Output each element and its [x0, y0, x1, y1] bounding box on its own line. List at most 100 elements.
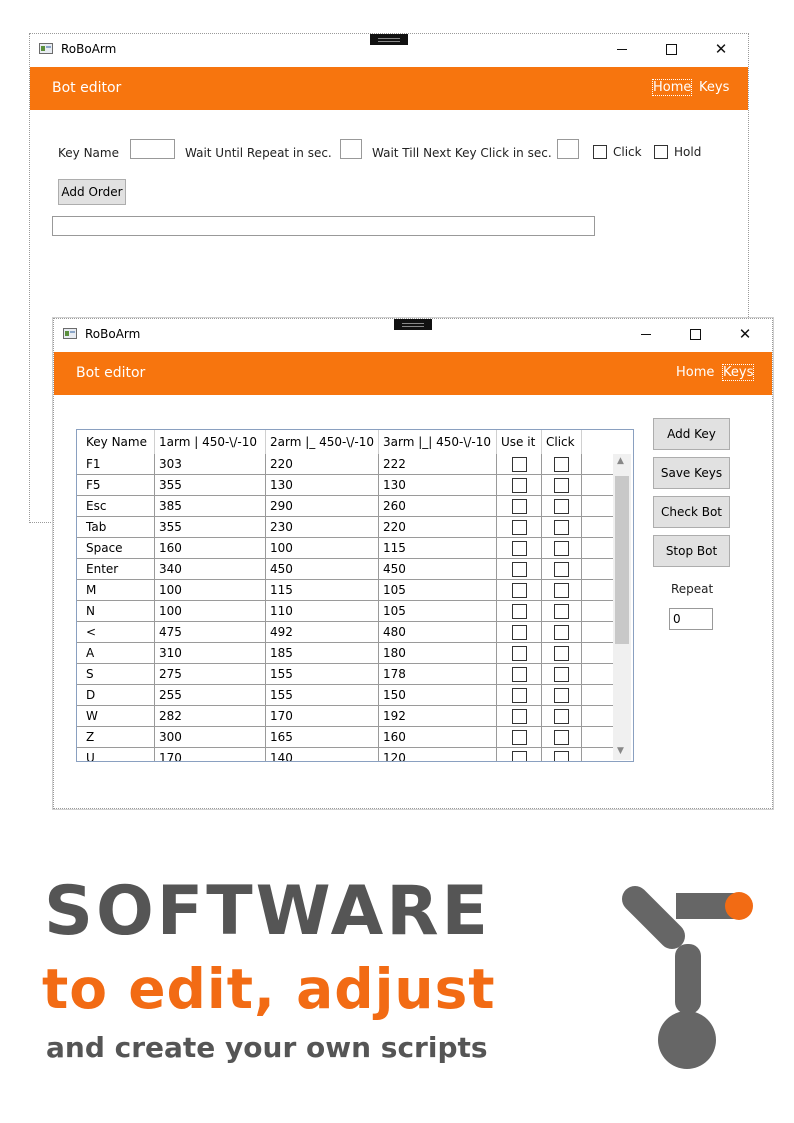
wait-repeat-input[interactable]	[340, 139, 362, 159]
table-cell[interactable]: 155	[265, 684, 379, 706]
table-cell[interactable]: 170	[265, 705, 379, 727]
table-row[interactable]: N 100 110 105	[77, 600, 630, 622]
table-cell[interactable]: Space	[77, 537, 155, 559]
drag-grip-icon[interactable]	[370, 34, 408, 45]
add-key-button[interactable]: Add Key	[653, 418, 730, 450]
table-cell[interactable]: 355	[154, 516, 266, 538]
column-header[interactable]: 1arm | 450-\/-10	[154, 430, 266, 454]
table-cell[interactable]: 100	[154, 579, 266, 601]
table-cell[interactable]: 180	[378, 642, 497, 664]
table-cell[interactable]: 105	[378, 600, 497, 622]
table-cell[interactable]: 310	[154, 642, 266, 664]
use-it-checkbox[interactable]	[511, 540, 527, 556]
save-keys-button[interactable]: Save Keys	[653, 457, 730, 489]
column-header[interactable]: Use it	[496, 430, 542, 454]
scroll-up-icon[interactable]: ▲	[617, 456, 624, 466]
click-checkbox[interactable]	[554, 456, 569, 472]
table-cell[interactable]: 222	[378, 454, 497, 475]
table-cell[interactable]: 170	[154, 747, 266, 761]
table-row[interactable]: Tab 355 230 220	[77, 516, 630, 538]
nav-keys[interactable]: Keys	[721, 364, 755, 381]
table-cell[interactable]: 220	[378, 516, 497, 538]
table-cell[interactable]: Tab	[77, 516, 155, 538]
table-row[interactable]: S 275 155 178	[77, 663, 630, 685]
use-it-checkbox[interactable]	[511, 624, 527, 640]
use-it-checkbox[interactable]	[511, 519, 527, 535]
table-row[interactable]: F5 355 130 130	[77, 474, 630, 496]
column-header[interactable]: 3arm |_| 450-\/-10	[378, 430, 497, 454]
click-checkbox[interactable]	[554, 540, 569, 556]
click-checkbox[interactable]	[554, 561, 569, 577]
scroll-thumb[interactable]	[615, 476, 629, 644]
use-it-checkbox[interactable]	[511, 729, 527, 745]
table-cell[interactable]: 300	[154, 726, 266, 748]
click-checkbox[interactable]	[554, 645, 569, 661]
table-cell[interactable]: 282	[154, 705, 266, 727]
table-cell[interactable]: 230	[265, 516, 379, 538]
table-cell[interactable]: 492	[265, 621, 379, 643]
table-row[interactable]: Esc 385 290 260	[77, 495, 630, 517]
table-cell[interactable]: 275	[154, 663, 266, 685]
table-row[interactable]: F1 303 220 222	[77, 454, 630, 475]
table-cell[interactable]: N	[77, 600, 155, 622]
table-row[interactable]: D 255 155 150	[77, 684, 630, 706]
use-it-checkbox[interactable]	[511, 456, 527, 472]
close-icon[interactable]: ✕	[711, 39, 731, 59]
table-cell[interactable]: 115	[378, 537, 497, 559]
table-cell[interactable]: 130	[378, 474, 497, 496]
click-checkbox[interactable]	[554, 519, 569, 535]
table-cell[interactable]: Enter	[77, 558, 155, 580]
table-cell[interactable]: 115	[265, 579, 379, 601]
vertical-scrollbar[interactable]: ▲ ▼	[613, 454, 631, 760]
use-it-checkbox[interactable]	[511, 498, 527, 514]
table-cell[interactable]: U	[77, 747, 155, 761]
table-row[interactable]: <475 492 480	[77, 621, 630, 643]
nav-keys[interactable]: Keys	[699, 80, 729, 95]
table-cell[interactable]: 160	[378, 726, 497, 748]
scroll-down-icon[interactable]: ▼	[617, 746, 624, 756]
order-textbox[interactable]	[52, 216, 595, 236]
table-cell[interactable]: 110	[265, 600, 379, 622]
title-bar[interactable]: RoBoArm ✕	[30, 34, 748, 67]
use-it-checkbox[interactable]	[511, 687, 527, 703]
column-header[interactable]: 2arm |_ 450-\/-10	[265, 430, 379, 454]
table-cell[interactable]: 480	[378, 621, 497, 643]
add-order-button[interactable]: Add Order	[58, 179, 126, 205]
table-cell[interactable]: 255	[154, 684, 266, 706]
table-cell[interactable]: 178	[378, 663, 497, 685]
table-cell[interactable]: 160	[154, 537, 266, 559]
table-cell[interactable]: <	[77, 621, 155, 643]
check-bot-button[interactable]: Check Bot	[653, 496, 730, 528]
table-cell[interactable]: 185	[265, 642, 379, 664]
minimize-icon[interactable]	[636, 324, 656, 344]
click-checkbox[interactable]	[554, 477, 569, 493]
table-cell[interactable]: 385	[154, 495, 266, 517]
table-cell[interactable]: 450	[378, 558, 497, 580]
table-row[interactable]: Space 160 100 115	[77, 537, 630, 559]
use-it-checkbox[interactable]	[511, 477, 527, 493]
table-row[interactable]: Z 300 165 160	[77, 726, 630, 748]
table-cell[interactable]: A	[77, 642, 155, 664]
table-cell[interactable]: 140	[265, 747, 379, 761]
wait-next-input[interactable]	[557, 139, 579, 159]
table-cell[interactable]: D	[77, 684, 155, 706]
table-row[interactable]: M 100 115 105	[77, 579, 630, 601]
table-cell[interactable]: 303	[154, 454, 266, 475]
table-cell[interactable]: Z	[77, 726, 155, 748]
maximize-icon[interactable]	[661, 39, 681, 59]
table-cell[interactable]: 450	[265, 558, 379, 580]
click-checkbox[interactable]	[554, 498, 569, 514]
use-it-checkbox[interactable]	[511, 582, 527, 598]
table-cell[interactable]: 105	[378, 579, 497, 601]
table-cell[interactable]: 100	[154, 600, 266, 622]
table-cell[interactable]: 355	[154, 474, 266, 496]
table-cell[interactable]: S	[77, 663, 155, 685]
table-cell[interactable]: 340	[154, 558, 266, 580]
click-checkbox[interactable]	[554, 687, 569, 703]
click-checkbox[interactable]	[593, 145, 607, 159]
table-cell[interactable]: 155	[265, 663, 379, 685]
table-row[interactable]: U 170 140 120	[77, 747, 630, 761]
column-header[interactable]: Key Name	[77, 430, 155, 454]
repeat-input[interactable]: 0	[669, 608, 713, 630]
table-cell[interactable]: 220	[265, 454, 379, 475]
